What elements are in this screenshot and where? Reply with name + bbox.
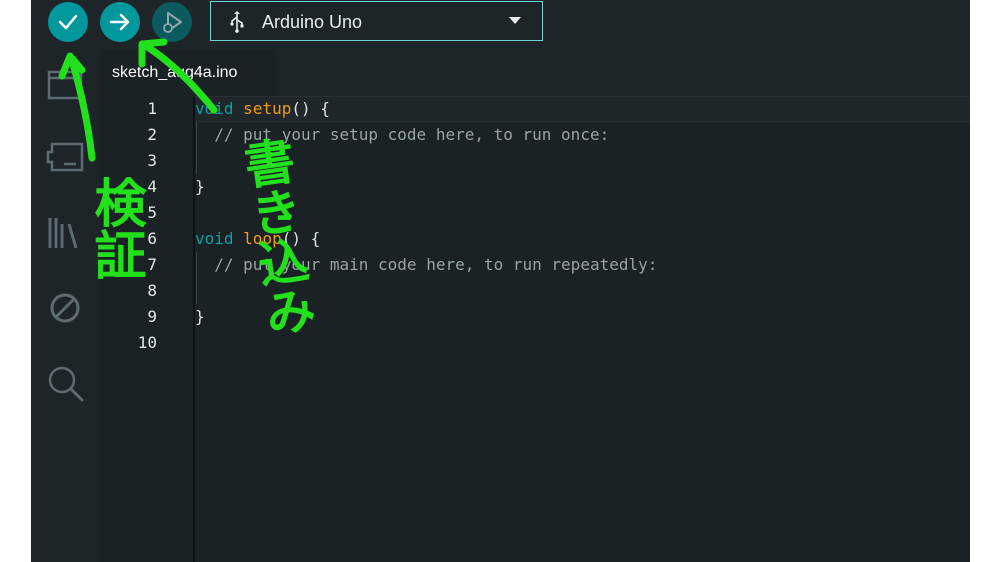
board-icon[interactable] xyxy=(46,140,86,176)
code-token: void xyxy=(195,229,234,248)
code-line[interactable]: } xyxy=(195,174,205,200)
tab-label: sketch_aug4a.ino xyxy=(112,64,238,81)
code-token: // put your main code here, to run repea… xyxy=(214,255,658,274)
line-number: 6 xyxy=(147,229,157,248)
line-number: 1 xyxy=(147,99,157,118)
check-icon xyxy=(58,14,78,30)
code-token: void xyxy=(195,99,234,118)
code-token: } xyxy=(195,177,205,196)
verify-button[interactable] xyxy=(48,2,88,42)
line-number: 10 xyxy=(137,333,157,352)
code-token: } xyxy=(195,307,205,326)
code-line[interactable]: // put your setup code here, to run once… xyxy=(195,122,609,148)
indent-guide xyxy=(196,122,197,174)
line-number: 7 xyxy=(147,255,157,274)
editor-panel xyxy=(100,97,970,562)
chevron-down-icon[interactable] xyxy=(509,17,521,25)
code-line[interactable]: } xyxy=(195,304,205,330)
line-number: 9 xyxy=(147,307,157,326)
tab-sketch[interactable]: sketch_aug4a.ino xyxy=(100,50,276,97)
search-icon[interactable] xyxy=(46,364,86,404)
code-token: loop xyxy=(243,229,282,248)
upload-button[interactable] xyxy=(100,2,140,42)
line-number: 8 xyxy=(147,281,157,300)
code-line[interactable]: void loop() { xyxy=(195,226,320,252)
arrow-right-icon xyxy=(109,13,130,31)
code-token: setup xyxy=(243,99,292,118)
code-token: () { xyxy=(291,99,330,118)
no-entry-icon[interactable] xyxy=(46,290,86,326)
code-line[interactable]: void setup() { xyxy=(195,96,330,122)
board-name: Arduino Uno xyxy=(262,12,363,32)
indent-guide xyxy=(196,252,197,304)
line-number: 2 xyxy=(147,125,157,144)
code-token: () { xyxy=(281,229,321,248)
debug-play-icon xyxy=(163,12,182,33)
code-line[interactable]: // put your main code here, to run repea… xyxy=(195,252,657,278)
line-number: 4 xyxy=(147,177,157,196)
line-number: 3 xyxy=(147,151,157,170)
usb-icon xyxy=(230,11,244,33)
code-token: // put your setup code here, to run once… xyxy=(214,125,610,144)
debug-button[interactable] xyxy=(152,2,192,42)
line-number: 5 xyxy=(147,203,157,222)
board-selector[interactable]: Arduino Uno xyxy=(210,1,543,41)
arduino-ide-window: Arduino Uno sketch_aug4a.ino 1 2 3 4 5 6 7 8 9 10… xyxy=(31,0,970,562)
library-icon[interactable] xyxy=(46,214,86,252)
folder-icon[interactable] xyxy=(46,66,86,100)
